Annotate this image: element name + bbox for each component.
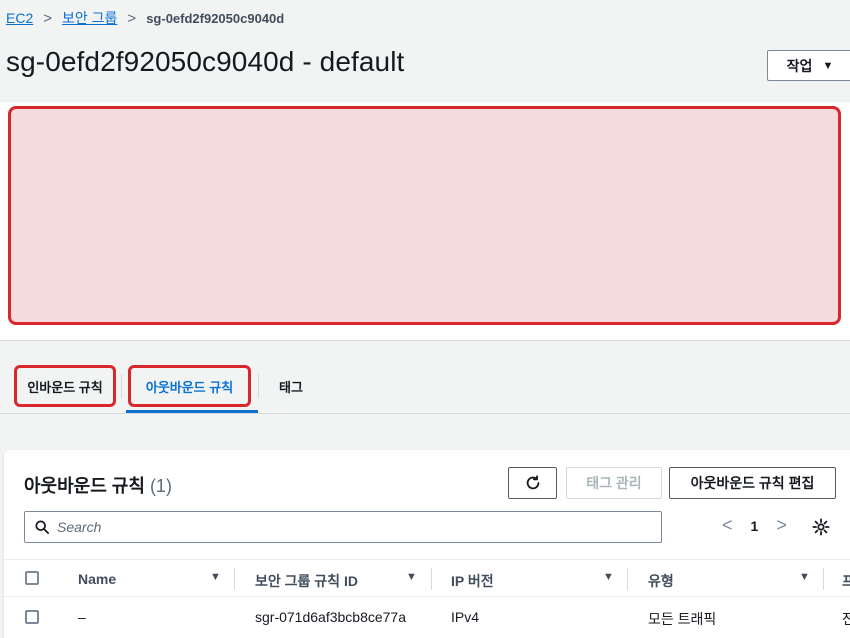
sort-caret-icon[interactable]: ▼	[603, 571, 614, 583]
breadcrumb-ec2-link[interactable]: EC2	[6, 10, 33, 26]
sort-caret-icon[interactable]: ▼	[210, 571, 221, 583]
cell-type: 모든 트래픽	[648, 611, 717, 627]
search-icon	[35, 520, 49, 534]
redacted-area	[8, 106, 841, 325]
page-title: sg-0efd2f92050c9040d - default	[6, 46, 405, 77]
rules-title-text: 아웃바운드 규칙	[24, 476, 145, 496]
breadcrumb-current: sg-0efd2f92050c9040d	[146, 10, 285, 26]
column-header-name[interactable]: Name	[78, 571, 116, 587]
column-divider[interactable]	[234, 568, 235, 590]
rules-count: (1)	[149, 476, 172, 496]
tab-inbound-rules[interactable]: 인바운드 규칙	[14, 365, 116, 407]
refresh-icon	[526, 475, 539, 490]
table-header: Name ▼ 보안 그룹 규칙 ID ▼ IP 버전 ▼ 유형 ▼ 프	[4, 559, 850, 597]
column-header-protocol[interactable]: 프	[842, 571, 850, 591]
outbound-rules-panel: 아웃바운드 규칙 (1) 태그 관리 아웃바운드 규칙 편집 < 1 > Nam…	[4, 450, 850, 638]
search-field[interactable]	[24, 511, 662, 543]
column-header-type[interactable]: 유형	[648, 571, 674, 591]
column-header-ip-version[interactable]: IP 버전	[451, 571, 494, 591]
column-divider[interactable]	[627, 568, 628, 590]
select-all-checkbox[interactable]	[25, 571, 39, 585]
chevron-right-icon: >	[127, 9, 137, 27]
tab-divider	[258, 374, 259, 398]
active-tab-indicator	[126, 410, 258, 413]
details-panel	[0, 101, 850, 341]
breadcrumb-security-groups-link[interactable]: 보안 그룹	[62, 8, 117, 28]
table-row[interactable]: – sgr-071d6af3bcb8ce77a IPv4 모든 트래픽 전	[4, 598, 850, 638]
actions-button-label: 작업	[786, 57, 813, 74]
column-divider[interactable]	[431, 568, 432, 590]
tab-tags[interactable]: 태그	[279, 362, 303, 410]
cell-rule-id: sgr-071d6af3bcb8ce77a	[255, 609, 407, 625]
actions-button[interactable]: 작업 ▼	[767, 50, 850, 81]
pagination: < 1 >	[722, 515, 787, 536]
refresh-button[interactable]	[508, 467, 557, 499]
current-page[interactable]: 1	[751, 518, 759, 534]
row-checkbox[interactable]	[25, 610, 39, 624]
next-page-icon[interactable]: >	[776, 515, 787, 536]
gear-icon[interactable]	[812, 518, 830, 536]
sort-caret-icon[interactable]: ▼	[406, 571, 417, 583]
column-header-rule-id[interactable]: 보안 그룹 규칙 ID	[255, 571, 358, 591]
sort-caret-icon[interactable]: ▼	[799, 571, 810, 583]
rules-panel-title: 아웃바운드 규칙 (1)	[24, 472, 172, 498]
tab-outbound-rules[interactable]: 아웃바운드 규칙	[128, 365, 251, 407]
caret-down-icon: ▼	[822, 59, 834, 72]
column-divider[interactable]	[823, 568, 824, 590]
edit-outbound-rules-button[interactable]: 아웃바운드 규칙 편집	[669, 467, 836, 499]
chevron-right-icon: >	[43, 9, 52, 27]
tab-divider	[121, 374, 122, 398]
tab-bar: 인바운드 규칙 아웃바운드 규칙 태그	[0, 362, 850, 414]
previous-page-icon[interactable]: <	[722, 515, 733, 536]
cell-ip-version: IPv4	[451, 609, 480, 625]
search-input[interactable]	[57, 519, 637, 535]
breadcrumb: EC2 > 보안 그룹 > sg-0efd2f92050c9040d	[6, 8, 284, 28]
cell-protocol: 전	[842, 611, 850, 627]
cell-name: –	[78, 609, 86, 625]
manage-tags-button[interactable]: 태그 관리	[566, 467, 662, 499]
